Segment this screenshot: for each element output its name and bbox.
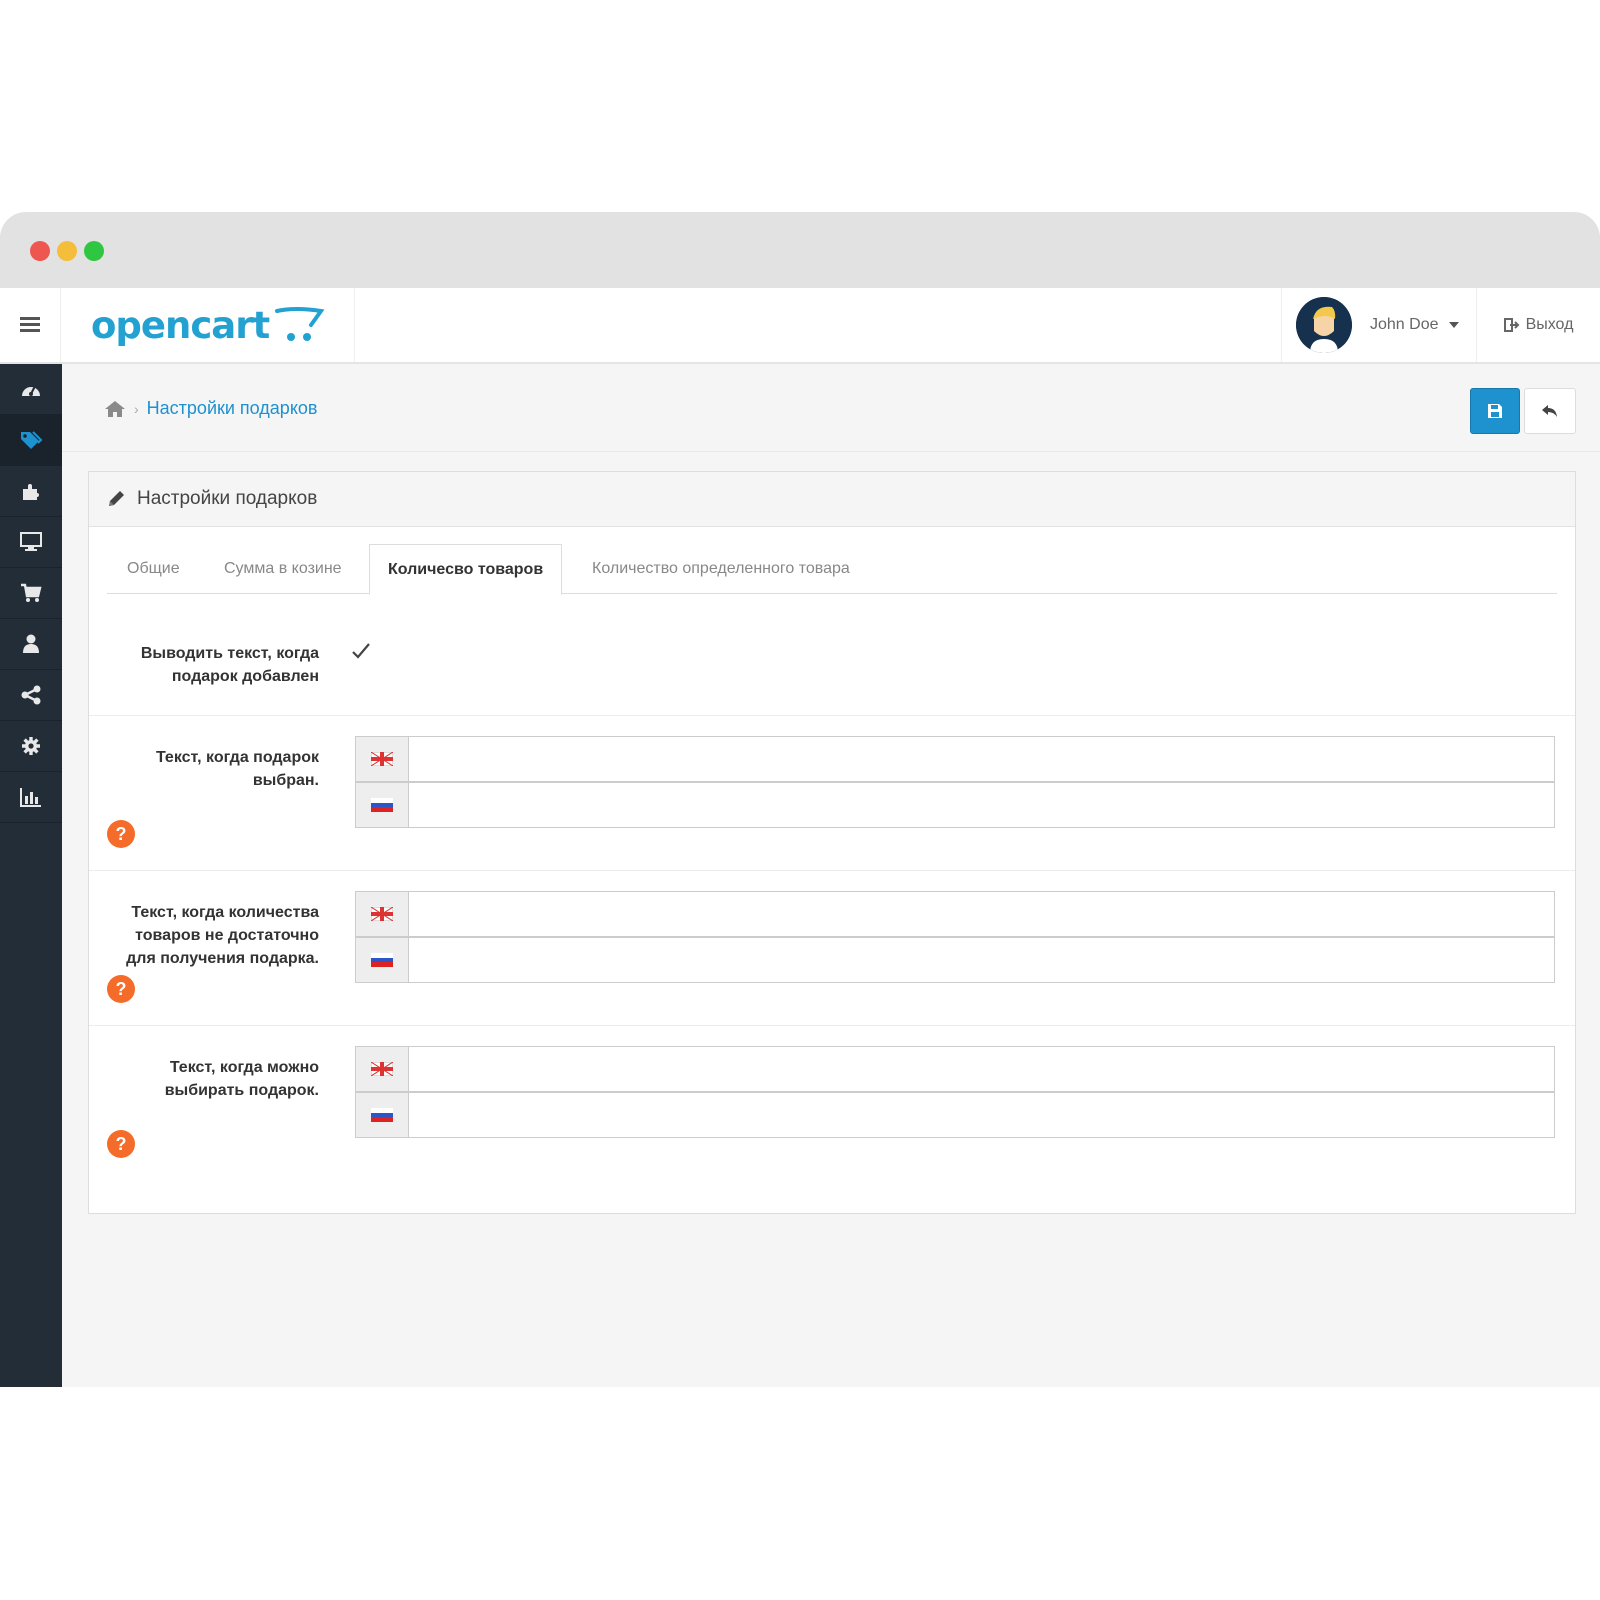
sign-out-icon bbox=[1503, 318, 1519, 332]
checkmark-icon bbox=[352, 643, 370, 659]
flag-ru-icon bbox=[355, 1092, 409, 1138]
cart-icon bbox=[21, 583, 42, 602]
form-row-gift-selected: Текст, когда подарок выбран. ? bbox=[89, 716, 1575, 871]
dashboard-icon bbox=[22, 385, 40, 396]
can-choose-text-en[interactable] bbox=[409, 1046, 1555, 1092]
sidebar-item-catalog[interactable] bbox=[0, 415, 62, 466]
not-enough-text-ru[interactable] bbox=[409, 937, 1555, 983]
main-content: › Настройки подарков Настройки подарков … bbox=[62, 364, 1600, 1387]
tab-bar: Общие Сумма в козине Количесво товаров К… bbox=[107, 544, 1557, 595]
panel-title: Настройки подарков bbox=[137, 488, 318, 509]
close-window-button[interactable] bbox=[30, 241, 50, 261]
breadcrumb-separator: › bbox=[134, 400, 139, 417]
form-row-show-text: Выводить текст, когда подарок добавлен bbox=[89, 612, 1575, 716]
settings-panel: Настройки подарков Общие Сумма в козине … bbox=[88, 471, 1576, 1214]
chevron-down-icon bbox=[1448, 322, 1459, 328]
back-button[interactable] bbox=[1524, 388, 1576, 434]
can-choose-text-ru[interactable] bbox=[409, 1092, 1555, 1138]
share-icon bbox=[21, 685, 41, 705]
menu-toggle-button[interactable] bbox=[0, 288, 61, 362]
input-group-en bbox=[355, 1046, 1555, 1092]
sidebar-item-design[interactable] bbox=[0, 517, 62, 568]
input-group-ru bbox=[355, 937, 1555, 983]
reply-icon bbox=[1542, 405, 1557, 417]
browser-window: opencart John Doe Выход › Настройки пода… bbox=[0, 212, 1600, 1387]
top-header: opencart John Doe Выход bbox=[0, 288, 1600, 364]
avatar bbox=[1296, 297, 1352, 353]
logo[interactable]: opencart bbox=[61, 288, 355, 362]
flag-gb-icon bbox=[355, 1046, 409, 1092]
save-icon bbox=[1488, 404, 1502, 418]
show-text-checkbox[interactable] bbox=[351, 642, 371, 660]
sidebar-item-customers[interactable] bbox=[0, 619, 62, 670]
flag-ru-icon bbox=[355, 782, 409, 828]
flag-gb-icon bbox=[355, 736, 409, 782]
logout-label: Выход bbox=[1525, 316, 1574, 333]
user-menu[interactable]: John Doe bbox=[1281, 288, 1477, 362]
flag-gb-icon bbox=[355, 891, 409, 937]
logout-link[interactable]: Выход bbox=[1477, 288, 1600, 362]
panel-heading: Настройки подарков bbox=[89, 472, 1575, 527]
sidebar-item-sales[interactable] bbox=[0, 568, 62, 619]
not-enough-text-en[interactable] bbox=[409, 891, 1555, 937]
page-header: › Настройки подарков bbox=[62, 364, 1600, 452]
help-badge[interactable]: ? bbox=[107, 1130, 135, 1158]
help-badge[interactable]: ? bbox=[107, 975, 135, 1003]
hamburger-icon bbox=[20, 317, 40, 333]
not-enough-label: Текст, когда количества товаров не доста… bbox=[126, 904, 319, 967]
input-group-ru bbox=[355, 782, 1555, 828]
sidebar-item-system[interactable] bbox=[0, 721, 62, 772]
sidebar-item-dashboard[interactable] bbox=[0, 364, 62, 415]
tab-specific-product-quantity[interactable]: Количество определенного товара bbox=[592, 544, 850, 594]
gift-selected-text-ru[interactable] bbox=[409, 782, 1555, 828]
save-button[interactable] bbox=[1470, 388, 1520, 434]
bar-chart-icon bbox=[20, 788, 41, 807]
tags-icon bbox=[21, 431, 43, 449]
tab-general[interactable]: Общие bbox=[127, 544, 180, 594]
window-titlebar bbox=[0, 212, 1600, 288]
maximize-window-button[interactable] bbox=[84, 241, 104, 261]
gift-selected-label: Текст, когда подарок выбран. bbox=[155, 749, 319, 789]
user-name: John Doe bbox=[1370, 316, 1439, 333]
show-text-label: Выводить текст, когда подарок добавлен bbox=[140, 645, 319, 685]
tab-cart-sum[interactable]: Сумма в козине bbox=[224, 544, 342, 594]
flag-ru-icon bbox=[355, 937, 409, 983]
cart-logo-icon bbox=[275, 307, 325, 341]
sidebar-item-marketing[interactable] bbox=[0, 670, 62, 721]
input-group-en bbox=[355, 736, 1555, 782]
input-group-ru bbox=[355, 1092, 1555, 1138]
logo-text: opencart bbox=[91, 303, 270, 347]
gift-selected-text-en[interactable] bbox=[409, 736, 1555, 782]
user-icon bbox=[23, 634, 39, 653]
form-row-can-choose: Текст, когда можно выбирать подарок. ? bbox=[89, 1026, 1575, 1181]
tab-product-quantity[interactable]: Количесво товаров bbox=[369, 544, 563, 595]
form-row-not-enough: Текст, когда количества товаров не доста… bbox=[89, 871, 1575, 1026]
pencil-icon bbox=[109, 491, 124, 506]
help-badge[interactable]: ? bbox=[107, 820, 135, 848]
sidebar-item-reports[interactable] bbox=[0, 772, 62, 823]
desktop-icon bbox=[20, 532, 42, 551]
breadcrumb: › Настройки подарков bbox=[104, 398, 317, 419]
home-icon[interactable] bbox=[104, 400, 126, 418]
minimize-window-button[interactable] bbox=[57, 241, 77, 261]
sidebar bbox=[0, 364, 62, 1387]
sidebar-item-extensions[interactable] bbox=[0, 466, 62, 517]
input-group-en bbox=[355, 891, 1555, 937]
can-choose-label: Текст, когда можно выбирать подарок. bbox=[164, 1059, 319, 1099]
breadcrumb-link[interactable]: Настройки подарков bbox=[147, 398, 318, 419]
gear-icon bbox=[22, 737, 40, 755]
puzzle-icon bbox=[23, 484, 39, 500]
